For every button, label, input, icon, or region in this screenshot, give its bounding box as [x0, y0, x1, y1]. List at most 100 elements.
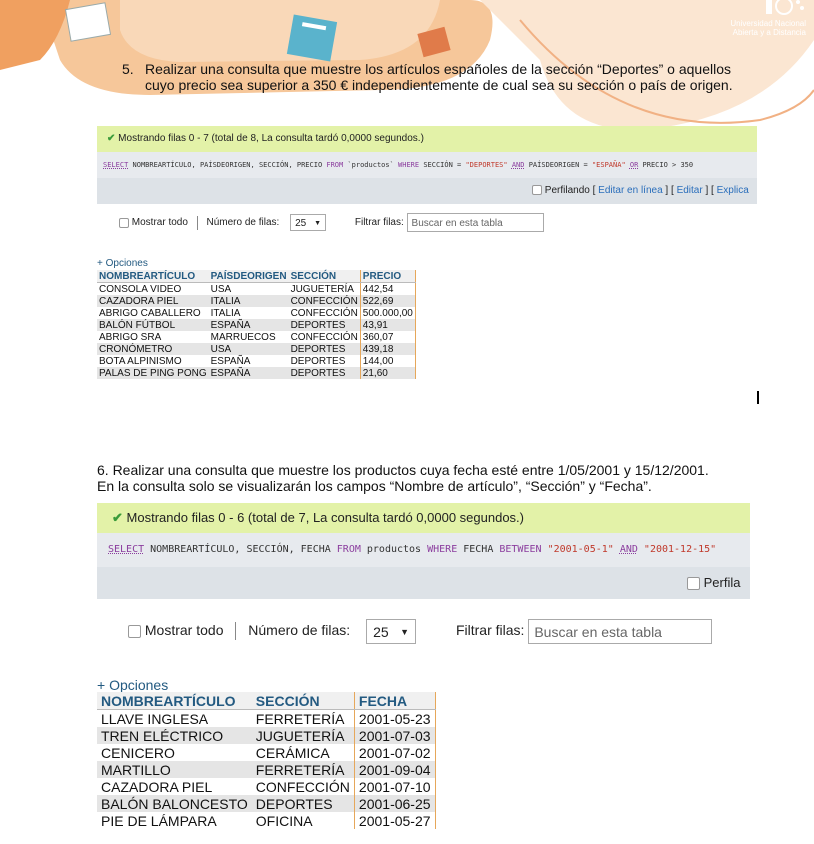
filter-input[interactable]: Buscar en esta tabla [406, 213, 544, 232]
logo-line-1: Universidad Nacional [730, 19, 806, 28]
sql-value-2: "ESPAÑA" [591, 161, 626, 169]
options-link[interactable]: + Opciones [97, 258, 148, 269]
sql-condition-1: SECCIÓN = [419, 161, 466, 169]
table-cell: CONSOLA VIDEO [97, 282, 209, 295]
logo-line-2: Abierta y a Distancia [732, 28, 806, 37]
sql-from-keyword: FROM [326, 161, 344, 169]
table-cell: CONFECCIÓN [288, 331, 361, 343]
sql-condition: FECHA [457, 544, 500, 555]
show-all-checkbox[interactable] [119, 217, 129, 228]
table-cell: DEPORTES [251, 795, 355, 812]
num-rows-label: Número de filas: [206, 217, 280, 229]
results-table-2: NOMBREARTÍCULO SECCIÓN FECHA LLAVE INGLESA… [97, 692, 436, 829]
check-icon: ✔ [112, 510, 123, 525]
question-5-line-2: cuyo precio sea superior a 350 € indepen… [145, 77, 733, 93]
table-cell: FERRETERÍA [251, 761, 355, 778]
table-row: CONSOLA VIDEO USA JUGUETERÍA 442,54 [97, 282, 416, 295]
table-row: MARTILLO FERRETERÍA 2001-09-04 [97, 761, 436, 778]
table-controls-1: Mostrar todo Número de filas: 25 ▼ Filtr… [119, 213, 544, 233]
sql-value-1: "2001-05-1" [547, 544, 614, 555]
profiling-label: Perfila [703, 575, 741, 590]
sql-select-keyword[interactable]: SELECT [103, 161, 128, 169]
edit-inline-link[interactable]: Editar en línea [598, 185, 663, 196]
table-cell: 2001-07-03 [353, 727, 436, 744]
chevron-down-icon: ▼ [400, 626, 410, 637]
num-rows-select[interactable]: 25 ▼ [366, 618, 417, 644]
results-table-1: NOMBREARTÍCULO PAÍSDEORIGEN SECCIÓN PRECIO … [97, 270, 416, 379]
sql-where-keyword: WHERE [427, 544, 458, 555]
table-cell: ESPAÑA [208, 319, 289, 331]
sql-condition-3: PRECIO > 350 [638, 161, 694, 169]
sql-and-keyword[interactable]: AND [620, 544, 638, 555]
table-cell: 522,69 [359, 295, 416, 307]
table-cell: 500.000,00 [359, 307, 416, 319]
table-cell: 2001-07-10 [353, 778, 436, 795]
table-cell: 360,07 [359, 331, 416, 343]
table-cell: 442,54 [359, 282, 416, 295]
column-header[interactable]: NOMBREARTÍCULO [97, 270, 209, 283]
table-row: CRONÓMETRO USA DEPORTES 439,18 [97, 343, 416, 355]
profiling-checkbox[interactable] [532, 185, 542, 196]
num-rows-select[interactable]: 25 ▼ [290, 214, 327, 231]
show-all-label: Mostrar todo [144, 622, 224, 638]
show-all-label: Mostrar todo [131, 217, 188, 229]
column-header[interactable]: PAÍSDEORIGEN [208, 270, 289, 283]
question-6-line-1: 6. Realizar una consulta que muestre los… [97, 462, 709, 478]
column-header[interactable]: NOMBREARTÍCULO [97, 692, 252, 710]
edit-link[interactable]: Editar [677, 185, 703, 196]
table-cell: 439,18 [359, 343, 416, 355]
profiling-label: Perfilando [544, 185, 590, 196]
table-row: ABRIGO CABALLERO ITALIA CONFECCIÓN 500.000,… [97, 307, 416, 319]
options-link[interactable]: + Opciones [97, 677, 168, 693]
university-logo-text: Universidad Nacional Abierta y a Distanc… [706, 19, 806, 37]
sql-condition-2: PAÍSDEORIGEN = [524, 161, 592, 169]
table-controls-2: Mostrar todo Número de filas: 25 ▼ Filtr… [128, 617, 713, 644]
sql-value-1: "DEPORTES" [465, 161, 508, 169]
table-row: CAZADORA PIEL CONFECCIÓN 2001-07-10 [97, 778, 436, 795]
table-cell: 2001-06-25 [353, 795, 436, 812]
table-cell: DEPORTES [288, 355, 361, 367]
table-row: PALAS DE PING PONG ESPAÑA DEPORTES 21,60 [97, 367, 416, 379]
sql-and-keyword[interactable]: AND [512, 161, 525, 169]
sql-query: SELECT NOMBREARTÍCULO, PAÍSDEORIGEN, SEC… [97, 152, 757, 178]
profiling-bar: Perfilando [ Editar en línea ] [ Editar … [97, 178, 757, 204]
sql-table: `productos` [343, 161, 399, 169]
table-cell: PIE DE LÁMPARA [97, 812, 252, 829]
column-header[interactable]: PRECIO [359, 270, 416, 283]
profiling-bar: Perfila [97, 567, 750, 599]
sql-select-keyword[interactable]: SELECT [108, 544, 144, 555]
table-cell: ITALIA [208, 307, 289, 319]
question-5-number: 5. [122, 61, 134, 77]
table-cell: JUGUETERÍA [288, 282, 361, 295]
filter-label: Filtrar filas: [354, 217, 404, 229]
success-text: Mostrando filas 0 - 6 (total de 7, La co… [126, 510, 524, 525]
sql-fields: NOMBREARTÍCULO, PAÍSDEORIGEN, SECCIÓN, P… [128, 161, 327, 169]
show-all-checkbox[interactable] [128, 624, 141, 638]
table-row: ABRIGO SRA MARRUECOS CONFECCIÓN 360,07 [97, 331, 416, 343]
table-cell: BALÓN FÚTBOL [97, 319, 209, 331]
table-cell: USA [208, 282, 289, 295]
sql-table: productos [360, 544, 428, 555]
table-cell: 21,60 [359, 367, 416, 379]
sql-from-keyword: FROM [336, 544, 361, 555]
table-cell: 2001-05-23 [353, 709, 436, 727]
table-cell: MARTILLO [97, 761, 252, 778]
table-cell: DEPORTES [288, 319, 361, 331]
check-icon: ✔ [107, 133, 116, 144]
divider [235, 622, 237, 641]
column-header[interactable]: FECHA [353, 692, 436, 710]
sql-value-2: "2001-12-15" [643, 544, 717, 555]
table-row: CAZADORA PIEL ITALIA CONFECCIÓN 522,69 [97, 295, 416, 307]
table-cell: ESPAÑA [208, 367, 289, 379]
explain-link[interactable]: Explica [717, 185, 749, 196]
profiling-checkbox[interactable] [687, 577, 700, 591]
num-rows-value: 25 [373, 623, 389, 640]
filter-input[interactable]: Buscar en esta tabla [528, 618, 713, 644]
divider [196, 215, 198, 230]
table-row: BOTA ALPINISMO ESPAÑA DEPORTES 144,00 [97, 355, 416, 367]
sql-between-keyword: BETWEEN [499, 544, 542, 555]
column-header[interactable]: SECCIÓN [251, 692, 355, 710]
column-header[interactable]: SECCIÓN [288, 270, 361, 283]
table-row: LLAVE INGLESA FERRETERÍA 2001-05-23 [97, 709, 436, 727]
table-cell: CENICERO [97, 744, 252, 761]
